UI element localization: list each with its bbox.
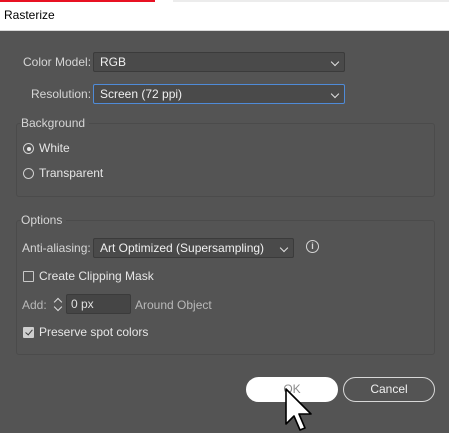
options-heading: Options [21, 213, 67, 227]
color-model-select[interactable]: RGB [93, 52, 345, 72]
transparent-label: Transparent [39, 166, 104, 180]
stepper-down-icon[interactable] [53, 302, 63, 312]
preserve-spot-colors-label: Preserve spot colors [39, 325, 149, 339]
anti-aliasing-select[interactable]: Art Optimized (Supersampling) [93, 238, 294, 258]
rasterize-dialog: Color Model: RGB Resolution: Screen (72 … [0, 31, 449, 433]
title-accent-bar [0, 0, 155, 2]
preserve-spot-colors-checkbox[interactable] [23, 327, 34, 338]
background-heading: Background [21, 116, 90, 130]
info-icon[interactable]: i [306, 240, 319, 253]
chevron-down-icon [330, 89, 340, 99]
add-input[interactable]: 0 px [66, 294, 131, 314]
resolution-label: Resolution: [31, 87, 92, 101]
anti-aliasing-label: Anti-aliasing: [22, 241, 91, 255]
create-clipping-mask-checkbox[interactable] [23, 271, 34, 282]
transparent-radio[interactable] [23, 168, 34, 179]
cancel-button[interactable]: Cancel [343, 377, 435, 402]
chevron-down-icon [330, 57, 340, 67]
white-label: White [39, 141, 70, 155]
create-clipping-mask-label: Create Clipping Mask [39, 269, 154, 283]
add-value: 0 px [71, 297, 94, 311]
add-label: Add: [22, 298, 47, 312]
anti-aliasing-value: Art Optimized (Supersampling) [100, 241, 265, 255]
chevron-down-icon [279, 243, 289, 253]
window-title: Rasterize [4, 8, 55, 22]
background-panel [16, 123, 435, 197]
title-accent-bar-secondary [173, 0, 449, 2]
color-model-value: RGB [100, 55, 127, 69]
arrow-cursor-icon [285, 388, 312, 431]
white-radio[interactable] [23, 143, 34, 154]
color-model-label: Color Model: [23, 55, 92, 69]
add-suffix-label: Around Object [135, 298, 212, 312]
add-stepper[interactable] [52, 295, 64, 313]
resolution-select[interactable]: Screen (72 ppi) [93, 84, 345, 104]
title-bar: Rasterize [0, 0, 449, 31]
resolution-value: Screen (72 ppi) [100, 87, 183, 101]
